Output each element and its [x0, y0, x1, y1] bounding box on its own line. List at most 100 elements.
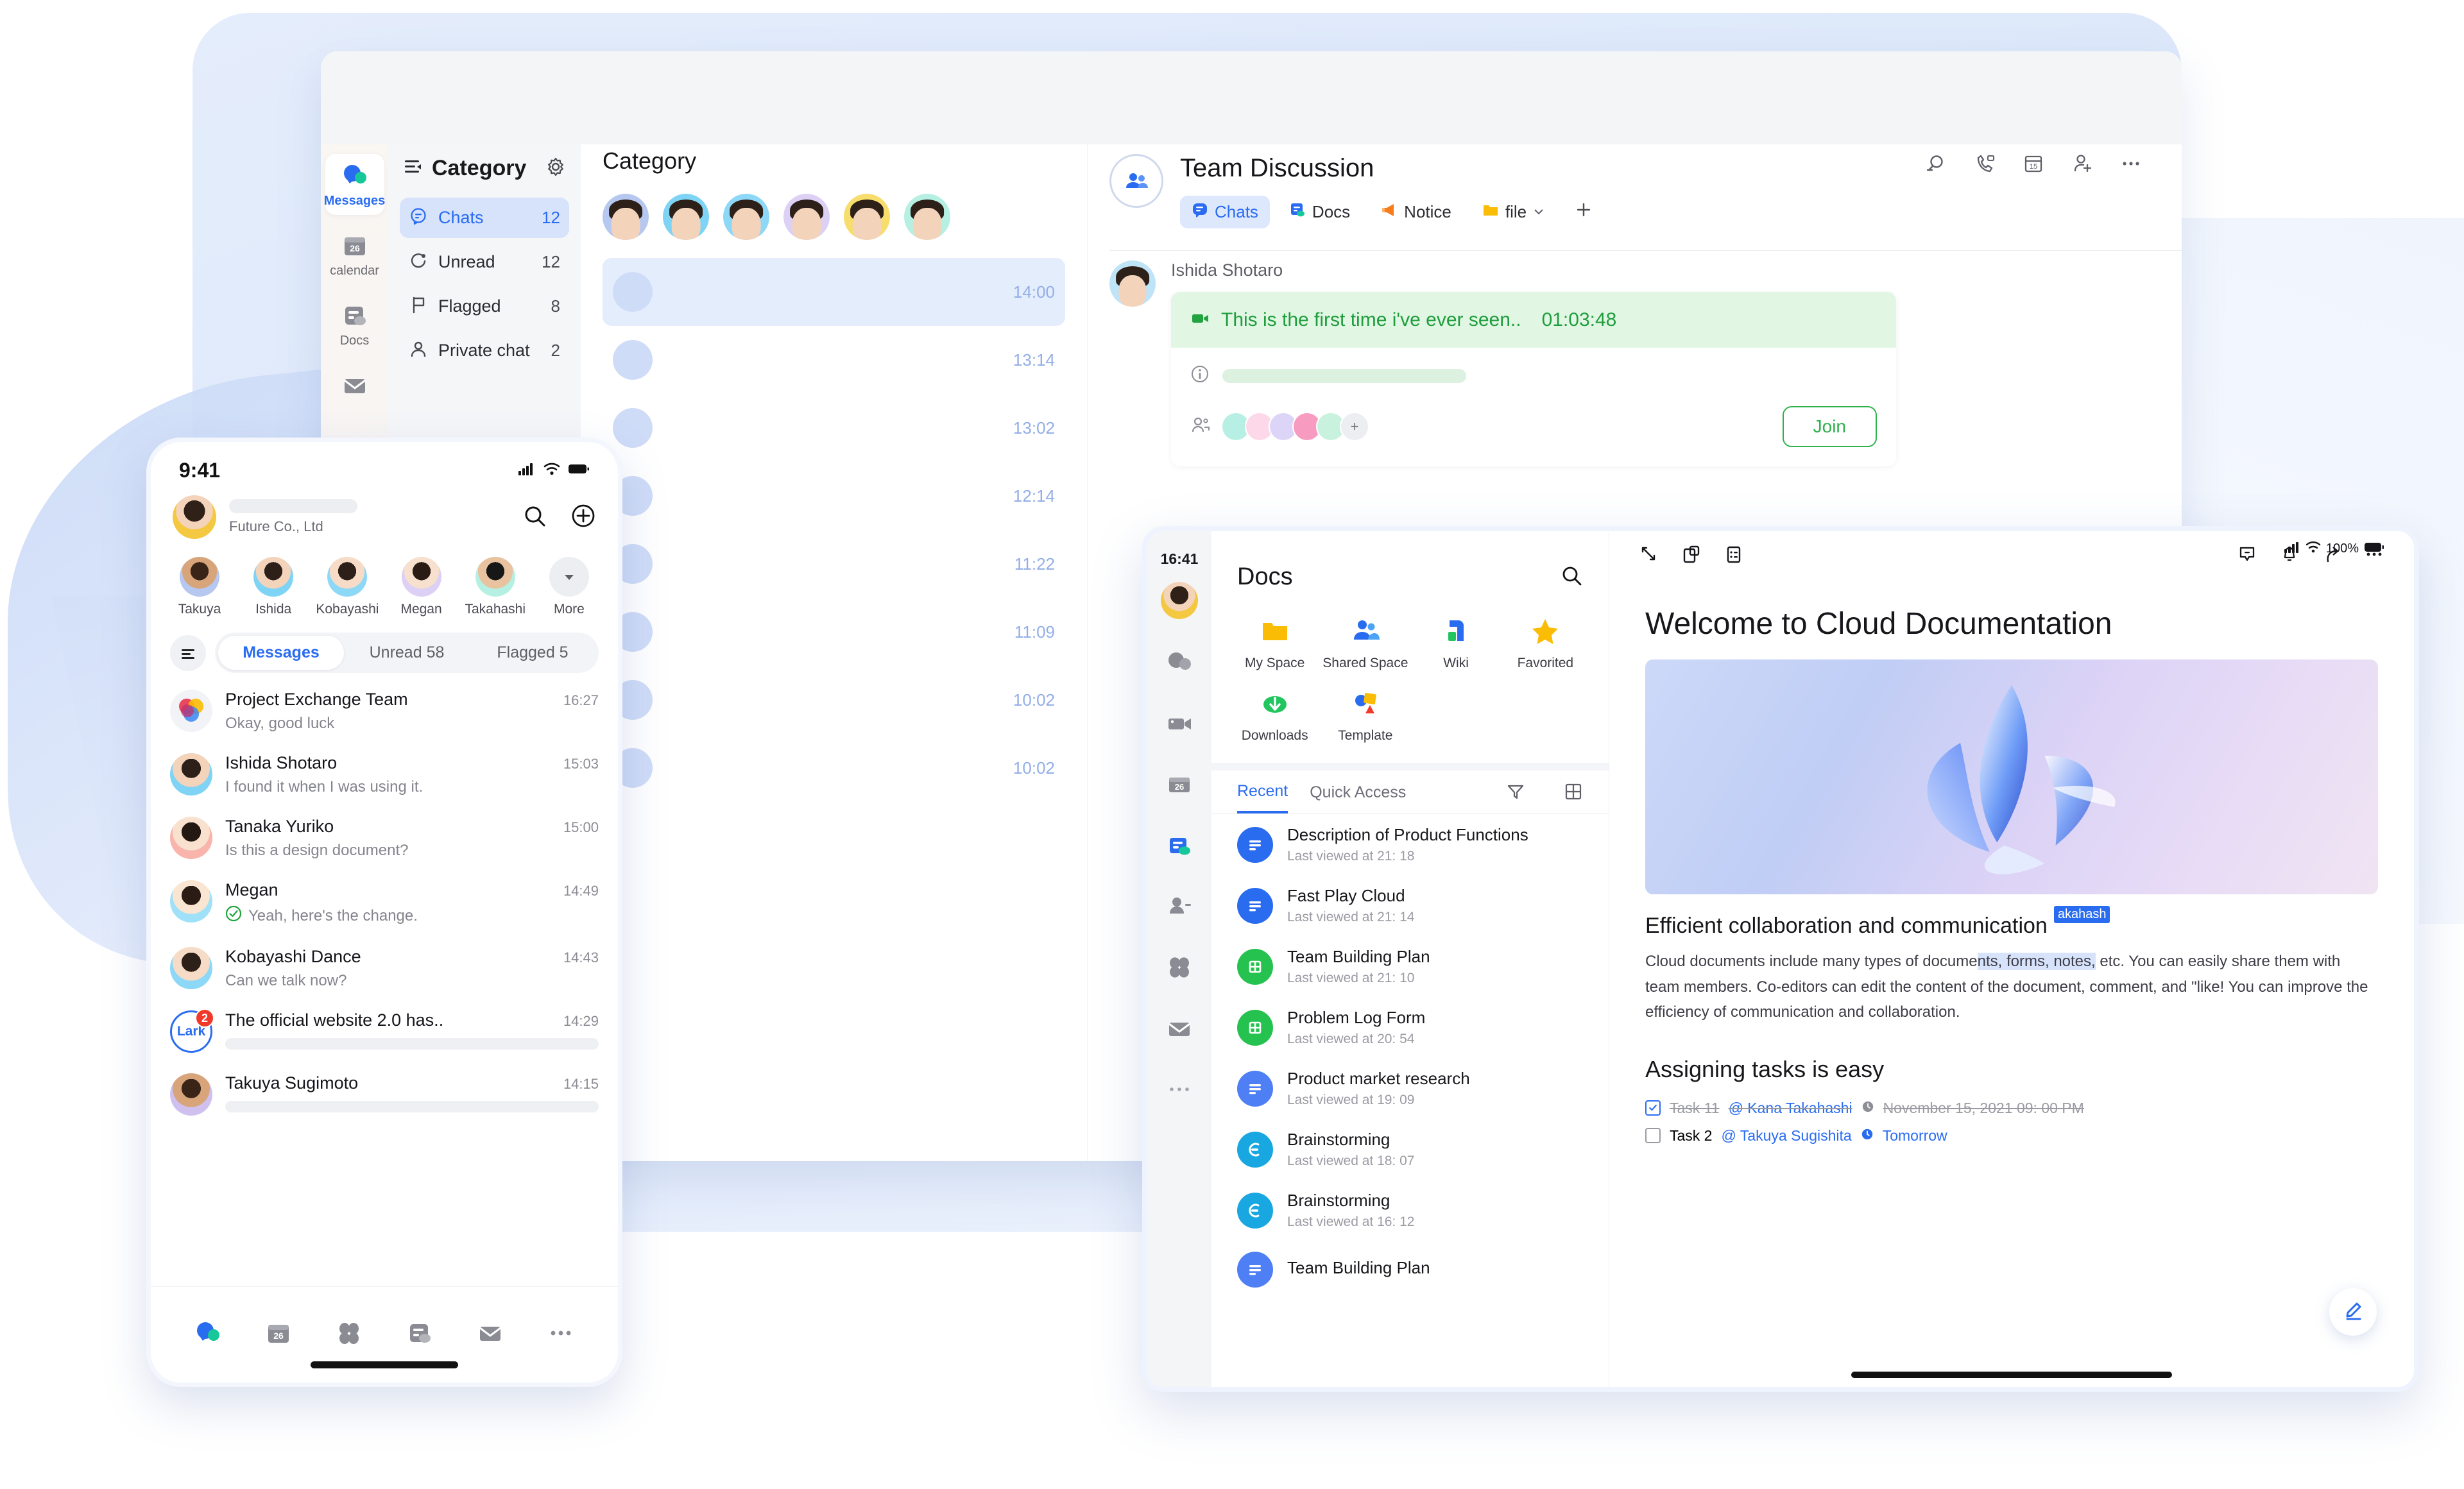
avatar[interactable]: [723, 194, 769, 240]
category-item-chats[interactable]: Chats 12: [400, 198, 569, 238]
contact-item[interactable]: Kobayashi: [318, 557, 377, 617]
sidebar-item-mail[interactable]: [325, 364, 384, 406]
list-item[interactable]: Ishida Shotaro15:03 I found it when I wa…: [151, 743, 618, 806]
tab-quick-access[interactable]: Quick Access: [1310, 783, 1406, 812]
tile-wiki[interactable]: Wiki: [1414, 615, 1497, 671]
tab-file[interactable]: file: [1471, 196, 1556, 228]
avatar[interactable]: [844, 194, 890, 240]
nav-chat-bubbles-icon[interactable]: [194, 1319, 222, 1350]
task-mention[interactable]: @ Takuya Sugishita: [1721, 1127, 1851, 1144]
copy-page-icon[interactable]: [1681, 544, 1702, 568]
checkbox[interactable]: [1645, 1100, 1661, 1116]
list-item[interactable]: Tanaka Yuriko15:00 Is this a design docu…: [151, 806, 618, 870]
list-item[interactable]: 10:02: [603, 734, 1065, 802]
avatar[interactable]: [603, 194, 649, 240]
tab-unread[interactable]: Unread 58: [344, 636, 470, 670]
rail-more-horizontal-icon[interactable]: [1165, 1075, 1194, 1107]
contact-item[interactable]: Takahashi: [466, 557, 525, 617]
tab-flagged[interactable]: Flagged 5: [470, 636, 595, 670]
contact-item[interactable]: Ishida: [244, 557, 303, 617]
rail-video-camera-icon[interactable]: [1165, 710, 1194, 741]
tile-template[interactable]: Template: [1322, 688, 1408, 744]
list-item[interactable]: 11:22: [603, 530, 1065, 598]
tile-favorited[interactable]: Favorited: [1504, 615, 1587, 671]
rail-calendar-26-icon[interactable]: 26: [1165, 770, 1194, 802]
rail-mail-icon[interactable]: [1165, 1014, 1194, 1046]
gear-icon[interactable]: [546, 157, 565, 180]
list-item[interactable]: Takuya Sugimoto14:15: [151, 1063, 618, 1126]
list-item[interactable]: 13:14: [603, 326, 1065, 394]
collapse-arrow-icon[interactable]: [1639, 544, 1659, 568]
list-item[interactable]: Project Exchange Team16:27 Okay, good lu…: [151, 679, 618, 743]
nav-apps-grid-icon[interactable]: [335, 1319, 363, 1350]
tab-messages[interactable]: Messages: [218, 636, 344, 670]
add-person-icon[interactable]: [2071, 153, 2093, 178]
sidebar-item-messages[interactable]: Messages: [325, 154, 384, 215]
list-item[interactable]: Megan14:49 Yeah, here's the change.: [151, 870, 618, 937]
list-item[interactable]: Brainstorming Last viewed at 16: 12: [1211, 1180, 1609, 1241]
grid-view-icon[interactable]: [1564, 782, 1583, 813]
tab-notice[interactable]: Notice: [1369, 196, 1463, 228]
search-icon[interactable]: [522, 503, 547, 532]
phone-video-icon[interactable]: [1974, 153, 1996, 178]
task-mention[interactable]: @ Kana Takahashi: [1729, 1100, 1852, 1117]
list-item[interactable]: 11:09: [603, 598, 1065, 666]
sidebar-item-docs[interactable]: Docs: [325, 294, 384, 355]
list-item[interactable]: Product market research Last viewed at 1…: [1211, 1058, 1609, 1119]
nav-mail-icon[interactable]: [476, 1319, 504, 1350]
list-item[interactable]: 14:00: [603, 258, 1065, 326]
join-button[interactable]: Join: [1783, 406, 1877, 447]
outline-list-icon[interactable]: [1724, 544, 1744, 568]
comment-icon[interactable]: [2237, 544, 2257, 568]
tab-chats[interactable]: Chats: [1180, 196, 1270, 228]
rail-add-person-icon[interactable]: [1165, 892, 1194, 924]
more-horizontal-icon[interactable]: [2120, 153, 2142, 178]
sort-list-icon[interactable]: [404, 157, 423, 180]
calendar-15-icon[interactable]: 15: [2023, 153, 2044, 178]
list-item[interactable]: Kobayashi Dance14:43 Can we talk now?: [151, 937, 618, 1000]
avatar[interactable]: [173, 495, 216, 539]
contact-item-more[interactable]: More: [540, 557, 599, 617]
category-item-flagged[interactable]: Flagged 8: [400, 286, 569, 327]
edit-document-button[interactable]: [2329, 1288, 2377, 1336]
checkbox[interactable]: [1645, 1128, 1661, 1143]
list-item[interactable]: 12:14: [603, 462, 1065, 530]
participants-overflow[interactable]: +: [1340, 412, 1369, 441]
avatar[interactable]: [904, 194, 950, 240]
contact-item[interactable]: Takuya: [170, 557, 229, 617]
list-item[interactable]: Lark 2 The official website 2.0 has..14:…: [151, 1000, 618, 1063]
list-item[interactable]: Brainstorming Last viewed at 18: 07: [1211, 1119, 1609, 1180]
filter-lines-icon[interactable]: [170, 635, 206, 671]
sidebar-item-calendar[interactable]: 26 calendar: [325, 224, 384, 285]
avatar[interactable]: [783, 194, 830, 240]
rail-apps-grid-icon[interactable]: [1165, 953, 1194, 985]
task-item[interactable]: Task 2 @ Takuya Sugishita Tomorrow: [1609, 1122, 2414, 1150]
tile-downloads[interactable]: Downloads: [1233, 688, 1316, 744]
avatar[interactable]: [1161, 582, 1198, 619]
nav-calendar-26-icon[interactable]: 26: [264, 1319, 293, 1350]
list-item[interactable]: Problem Log Form Last viewed at 20: 54: [1211, 997, 1609, 1058]
list-item[interactable]: Description of Product Functions Last vi…: [1211, 814, 1609, 875]
category-item-private-chat[interactable]: Private chat 2: [400, 330, 569, 371]
add-tab-button[interactable]: [1564, 196, 1604, 228]
tile-my-space[interactable]: My Space: [1233, 615, 1316, 671]
plus-circle-icon[interactable]: [570, 503, 596, 532]
list-item[interactable]: Team Building Plan Last viewed at 10: 10: [1211, 1241, 1609, 1298]
nav-docs-cloud-icon[interactable]: [406, 1319, 434, 1350]
search-icon[interactable]: [1560, 564, 1583, 590]
category-item-unread[interactable]: Unread 12: [400, 242, 569, 282]
task-item[interactable]: Task 11 @ Kana Takahashi November 15, 20…: [1609, 1094, 2414, 1122]
list-item[interactable]: Fast Play Cloud Last viewed at 21: 14: [1211, 875, 1609, 936]
contact-item[interactable]: Megan: [392, 557, 451, 617]
list-item[interactable]: Team Building Plan Last viewed at 21: 10: [1211, 936, 1609, 997]
filter-icon[interactable]: [1506, 782, 1525, 813]
tab-recent[interactable]: Recent: [1237, 782, 1288, 813]
avatar[interactable]: [663, 194, 709, 240]
tab-docs[interactable]: Docs: [1278, 196, 1362, 228]
tile-shared-space[interactable]: Shared Space: [1322, 615, 1408, 671]
rail-docs-cloud-icon[interactable]: [1165, 831, 1194, 863]
nav-more-horizontal-icon[interactable]: [547, 1319, 575, 1350]
list-item[interactable]: 10:02: [603, 666, 1065, 734]
search-icon[interactable]: [1925, 153, 1947, 178]
list-item[interactable]: 13:02: [603, 394, 1065, 462]
